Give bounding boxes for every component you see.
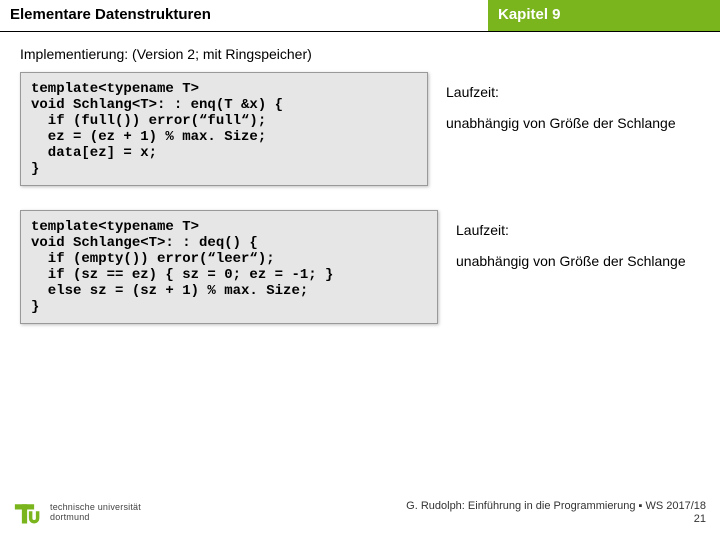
runtime-text: unabhängig von Größe der Schlange — [456, 251, 686, 272]
tu-logo-icon — [14, 499, 42, 527]
university-logo: technische universität dortmund — [14, 499, 141, 527]
runtime-label: Laufzeit: — [456, 220, 686, 241]
slide-content: template<typename T> void Schlang<T>: : … — [0, 72, 720, 324]
code-block-deq: template<typename T> void Schlange<T>: :… — [20, 210, 438, 324]
slide-credit: G. Rudolph: Einführung in die Programmie… — [406, 500, 706, 526]
code-row-1: template<typename T> void Schlang<T>: : … — [20, 72, 700, 186]
runtime-label: Laufzeit: — [446, 82, 676, 103]
header-title-left: Elementare Datenstrukturen — [0, 0, 488, 31]
slide-number: 21 — [406, 513, 706, 526]
logo-text: technische universität dortmund — [50, 503, 141, 523]
header-title-right: Kapitel 9 — [488, 0, 720, 31]
slide-header: Elementare Datenstrukturen Kapitel 9 — [0, 0, 720, 32]
slide-footer: technische universität dortmund G. Rudol… — [0, 492, 720, 540]
runtime-note-2: Laufzeit: unabhängig von Größe der Schla… — [456, 210, 686, 272]
runtime-note-1: Laufzeit: unabhängig von Größe der Schla… — [446, 72, 676, 134]
credit-text: G. Rudolph: Einführung in die Programmie… — [406, 500, 706, 512]
subheading: Implementierung: (Version 2; mit Ringspe… — [0, 32, 720, 72]
runtime-text: unabhängig von Größe der Schlange — [446, 113, 676, 134]
code-block-enq: template<typename T> void Schlang<T>: : … — [20, 72, 428, 186]
logo-line2: dortmund — [50, 513, 141, 523]
code-row-2: template<typename T> void Schlange<T>: :… — [20, 210, 700, 324]
